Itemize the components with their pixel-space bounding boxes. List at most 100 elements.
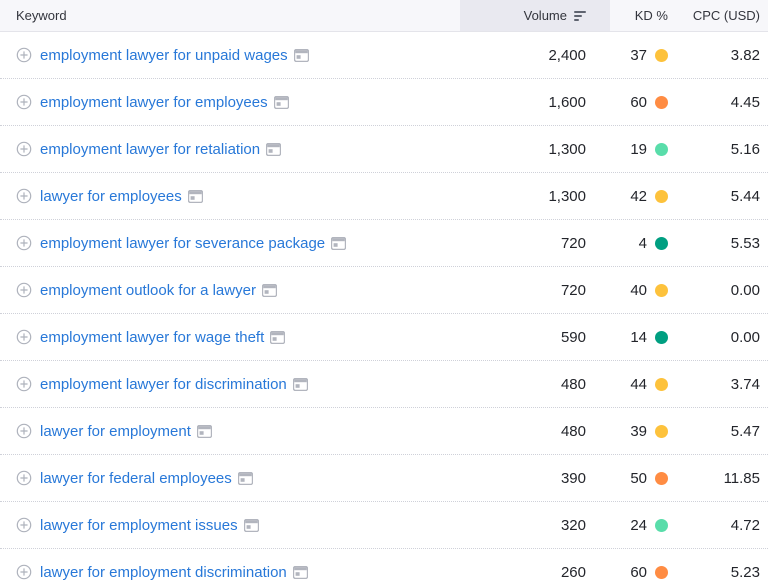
kd-value: 60 (630, 94, 647, 111)
add-keyword-icon[interactable] (16, 329, 32, 345)
table-header-row: Keyword Volume KD % CPC (USD) (0, 0, 768, 32)
keyword-link[interactable]: lawyer for federal employees (40, 470, 232, 487)
kd-cell: 40 (610, 267, 680, 313)
kd-difficulty-dot (655, 237, 668, 250)
table-row: lawyer for federal employees 390 50 11.8… (0, 455, 768, 502)
volume-value: 480 (460, 408, 610, 454)
keyword-link[interactable]: lawyer for employment (40, 423, 191, 440)
kd-value: 14 (630, 329, 647, 346)
keyword-link[interactable]: employment lawyer for retaliation (40, 141, 260, 158)
serp-features-icon[interactable] (188, 190, 203, 203)
kd-difficulty-dot (655, 331, 668, 344)
kd-value: 44 (630, 376, 647, 393)
volume-value: 720 (460, 267, 610, 313)
cpc-value: 5.47 (680, 408, 768, 454)
kd-difficulty-dot (655, 519, 668, 532)
cpc-value: 4.45 (680, 79, 768, 125)
add-keyword-icon[interactable] (16, 470, 32, 486)
keyword-link[interactable]: employment lawyer for unpaid wages (40, 47, 288, 64)
volume-value: 390 (460, 455, 610, 501)
add-keyword-icon[interactable] (16, 235, 32, 251)
keyword-cell: employment lawyer for wage theft (0, 314, 460, 360)
keyword-cell: employment outlook for a lawyer (0, 267, 460, 313)
serp-features-icon[interactable] (293, 566, 308, 579)
serp-features-icon[interactable] (270, 331, 285, 344)
serp-features-icon[interactable] (197, 425, 212, 438)
cpc-value: 3.82 (680, 32, 768, 78)
add-keyword-icon[interactable] (16, 188, 32, 204)
serp-features-icon[interactable] (293, 378, 308, 391)
kd-difficulty-dot (655, 472, 668, 485)
keyword-link[interactable]: employment lawyer for employees (40, 94, 268, 111)
volume-value: 320 (460, 502, 610, 548)
add-keyword-icon[interactable] (16, 94, 32, 110)
cpc-value: 3.74 (680, 361, 768, 407)
keyword-cell: employment lawyer for severance package (0, 220, 460, 266)
kd-difficulty-dot (655, 566, 668, 579)
kd-cell: 24 (610, 502, 680, 548)
kd-cell: 37 (610, 32, 680, 78)
cpc-value: 5.44 (680, 173, 768, 219)
serp-features-icon[interactable] (294, 49, 309, 62)
keyword-cell: lawyer for employment issues (0, 502, 460, 548)
table-body: employment lawyer for unpaid wages 2,400… (0, 32, 768, 582)
add-keyword-icon[interactable] (16, 141, 32, 157)
keyword-cell: employment lawyer for discrimination (0, 361, 460, 407)
keyword-cell: lawyer for employment discrimination (0, 549, 460, 582)
column-header-keyword[interactable]: Keyword (0, 0, 460, 31)
volume-value: 720 (460, 220, 610, 266)
kd-value: 60 (630, 564, 647, 581)
kd-cell: 19 (610, 126, 680, 172)
keyword-link[interactable]: lawyer for employment issues (40, 517, 238, 534)
keyword-link[interactable]: employment outlook for a lawyer (40, 282, 256, 299)
add-keyword-icon[interactable] (16, 517, 32, 533)
table-row: employment lawyer for retaliation 1,300 … (0, 126, 768, 173)
cpc-value: 4.72 (680, 502, 768, 548)
keyword-link[interactable]: employment lawyer for wage theft (40, 329, 264, 346)
kd-value: 39 (630, 423, 647, 440)
table-row: lawyer for employment discrimination 260… (0, 549, 768, 582)
cpc-value: 5.23 (680, 549, 768, 582)
add-keyword-icon[interactable] (16, 564, 32, 580)
keyword-link[interactable]: lawyer for employment discrimination (40, 564, 287, 581)
keyword-cell: employment lawyer for unpaid wages (0, 32, 460, 78)
kd-cell: 42 (610, 173, 680, 219)
column-header-kd[interactable]: KD % (610, 0, 680, 31)
serp-features-icon[interactable] (238, 472, 253, 485)
kd-value: 42 (630, 188, 647, 205)
volume-value: 1,600 (460, 79, 610, 125)
kd-difficulty-dot (655, 49, 668, 62)
keyword-link[interactable]: employment lawyer for severance package (40, 235, 325, 252)
kd-value: 50 (630, 470, 647, 487)
add-keyword-icon[interactable] (16, 47, 32, 63)
column-header-volume-label: Volume (524, 8, 567, 23)
kd-cell: 50 (610, 455, 680, 501)
serp-features-icon[interactable] (266, 143, 281, 156)
kd-cell: 14 (610, 314, 680, 360)
column-header-volume[interactable]: Volume (460, 0, 610, 31)
kd-difficulty-dot (655, 425, 668, 438)
serp-features-icon[interactable] (274, 96, 289, 109)
kd-cell: 60 (610, 79, 680, 125)
serp-features-icon[interactable] (262, 284, 277, 297)
serp-features-icon[interactable] (331, 237, 346, 250)
keyword-table: Keyword Volume KD % CPC (USD) employment… (0, 0, 768, 582)
kd-cell: 39 (610, 408, 680, 454)
kd-difficulty-dot (655, 143, 668, 156)
keyword-link[interactable]: lawyer for employees (40, 188, 182, 205)
add-keyword-icon[interactable] (16, 376, 32, 392)
keyword-cell: lawyer for employment (0, 408, 460, 454)
add-keyword-icon[interactable] (16, 282, 32, 298)
volume-value: 2,400 (460, 32, 610, 78)
kd-difficulty-dot (655, 190, 668, 203)
kd-cell: 60 (610, 549, 680, 582)
keyword-link[interactable]: employment lawyer for discrimination (40, 376, 287, 393)
keyword-cell: lawyer for federal employees (0, 455, 460, 501)
table-row: employment lawyer for unpaid wages 2,400… (0, 32, 768, 79)
add-keyword-icon[interactable] (16, 423, 32, 439)
keyword-cell: employment lawyer for employees (0, 79, 460, 125)
kd-value: 24 (630, 517, 647, 534)
serp-features-icon[interactable] (244, 519, 259, 532)
column-header-cpc[interactable]: CPC (USD) (680, 0, 768, 31)
cpc-value: 0.00 (680, 314, 768, 360)
